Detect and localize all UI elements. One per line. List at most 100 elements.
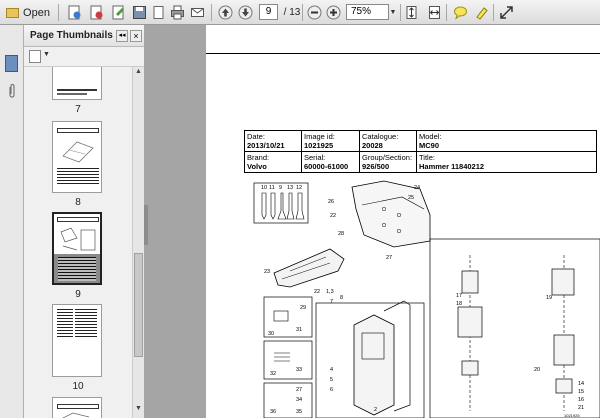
callout: 28	[338, 231, 344, 237]
thumbnail-label: 8	[75, 197, 81, 208]
catalogue-cell: Catalogue: 20028	[359, 130, 417, 152]
callout: 19	[546, 295, 552, 301]
fit-page-icon[interactable]	[403, 4, 420, 21]
callout: 30	[268, 331, 274, 337]
callout: 9	[279, 185, 282, 191]
group-section-cell: Group/Section: 926/500	[359, 151, 417, 173]
thumbnail-page-7[interactable]	[52, 67, 102, 100]
next-page-icon[interactable]	[237, 4, 254, 21]
thumbnail-page-10[interactable]	[52, 304, 102, 377]
page-number-input[interactable]: 9	[259, 4, 278, 20]
callout: 23	[264, 269, 270, 275]
parts-diagram: 10 11 9 13 12 24 25 26 22 28 27 23 22 1,…	[253, 180, 600, 418]
save-icon[interactable]	[131, 4, 148, 21]
image-id-cell: Image id: 1021925	[301, 130, 360, 152]
open-button[interactable]: Open	[4, 3, 52, 22]
callout: 8	[340, 295, 343, 301]
callout: 32	[270, 371, 276, 377]
callout: 11	[269, 185, 275, 191]
page-info-table: Date: 2013/10/21 Image id: 1021925 Catalog…	[244, 130, 597, 173]
blank-document-icon[interactable]	[150, 4, 167, 21]
chevron-down-icon[interactable]: ▼	[134, 405, 143, 415]
callout: 5	[330, 377, 333, 383]
callout: 12	[296, 185, 302, 191]
callout: 22	[314, 289, 320, 295]
main-toolbar: Open 9 / 13 75% ▼	[0, 0, 600, 25]
thumbnails-panel: Page Thumbnails ◂◂ × ▼ 7 8 9 10 ▲ ▼	[24, 25, 144, 418]
callout: 29	[300, 305, 306, 311]
panel-title: Page Thumbnails	[30, 30, 113, 41]
callout: 18	[456, 301, 462, 307]
panel-header: Page Thumbnails ◂◂ ×	[24, 25, 144, 47]
callout: 16	[578, 397, 584, 403]
panel-splitter[interactable]	[144, 25, 206, 418]
callout: 10	[261, 185, 267, 191]
zoom-level-value: 75%	[351, 6, 372, 17]
toolbar-separator	[58, 4, 59, 21]
edit-pdf-icon[interactable]	[110, 4, 127, 21]
date-cell: Date: 2013/10/21	[244, 130, 302, 152]
zoom-level-select[interactable]: 75%	[346, 4, 389, 20]
page-edge-line	[206, 53, 600, 54]
callout: 1,3	[326, 289, 334, 295]
callout: 25	[408, 195, 414, 201]
chevron-down-icon[interactable]: ▼	[388, 4, 398, 21]
splitter-grip[interactable]	[144, 205, 148, 245]
open-button-label: Open	[23, 6, 50, 19]
navigation-pane	[0, 25, 24, 418]
thumbnails-list: 7 8 9 10	[24, 67, 132, 418]
comment-icon[interactable]	[452, 4, 469, 21]
collapse-panel-icon[interactable]: ◂◂	[116, 30, 128, 42]
options-icon[interactable]	[29, 50, 41, 63]
callout: 33	[296, 367, 302, 373]
callout: 4	[330, 367, 333, 373]
callout: 15	[578, 389, 584, 395]
close-icon[interactable]: ×	[130, 30, 142, 42]
callout: 22	[330, 213, 336, 219]
toolbar-separator	[493, 4, 494, 21]
thumbnail-page-11[interactable]	[52, 397, 102, 418]
thumbnail-label: 9	[75, 289, 81, 300]
callout: 13	[287, 185, 293, 191]
scrollbar-thumb[interactable]	[134, 253, 143, 357]
chevron-down-icon[interactable]: ▼	[43, 51, 50, 58]
attachments-icon[interactable]	[7, 83, 17, 99]
callout: 6	[330, 387, 333, 393]
image-id-footer: 1021925	[564, 413, 580, 418]
thumbnails-scrollbar[interactable]: ▲ ▼	[132, 67, 144, 418]
previous-page-icon[interactable]	[217, 4, 234, 21]
toolbar-separator	[302, 4, 303, 21]
toolbar-separator	[400, 4, 401, 21]
brand-cell: Brand: Volvo	[244, 151, 302, 173]
chevron-up-icon[interactable]: ▲	[134, 68, 143, 78]
callout: 36	[270, 409, 276, 415]
callout: 24	[414, 185, 420, 191]
callout: 20	[534, 367, 540, 373]
highlight-icon[interactable]	[473, 4, 490, 21]
export-pdf-icon[interactable]	[88, 4, 105, 21]
title-cell: Title: Hammer 11840212	[416, 151, 597, 173]
callout: 35	[296, 409, 302, 415]
expand-icon[interactable]	[498, 4, 515, 21]
zoom-in-icon[interactable]	[325, 4, 342, 21]
panel-toolbar: ▼	[24, 47, 144, 67]
serial-cell: Serial: 60000-61000	[301, 151, 360, 173]
callout: 26	[328, 199, 334, 205]
toolbar-separator	[211, 4, 212, 21]
fit-width-icon[interactable]	[426, 4, 443, 21]
thumbnail-page-8[interactable]	[52, 121, 102, 193]
callout: 14	[578, 381, 584, 387]
print-icon[interactable]	[169, 4, 186, 21]
thumbnail-page-9[interactable]	[52, 212, 102, 285]
zoom-out-icon[interactable]	[306, 4, 323, 21]
thumbnail-label: 10	[72, 381, 84, 392]
email-icon[interactable]	[189, 4, 206, 21]
create-pdf-icon[interactable]	[66, 4, 83, 21]
folder-icon	[6, 7, 20, 18]
model-cell: Model: MC90	[416, 130, 597, 152]
document-page: Date: 2013/10/21 Image id: 1021925 Catalog…	[206, 25, 600, 418]
callout: 34	[296, 397, 302, 403]
callout: 7	[330, 299, 333, 305]
pages-icon[interactable]	[5, 55, 18, 72]
page-total: / 13	[283, 7, 301, 18]
